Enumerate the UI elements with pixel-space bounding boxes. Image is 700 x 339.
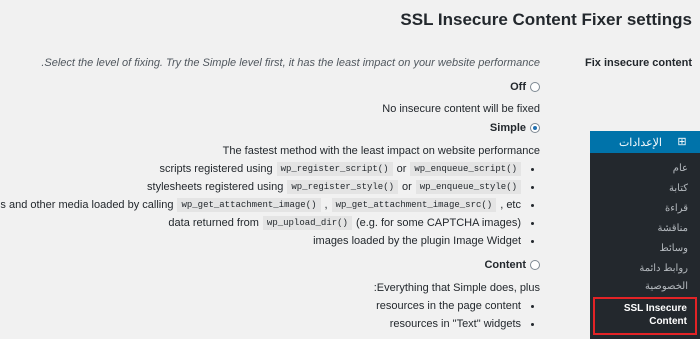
sidebar-item-media[interactable]: وسائط: [659, 243, 688, 254]
bullet-text: resources in the page content: [376, 300, 521, 312]
section-label: Fix insecure content: [585, 57, 692, 69]
list-item: resources in "Text" widgets: [390, 318, 540, 330]
bullet-dot: [531, 167, 534, 171]
intro-text: .Select the level of fixing. Try the Sim…: [41, 57, 540, 69]
settings-content: .Select the level of fixing. Try the Sim…: [0, 0, 560, 339]
bullet-connector: ,: [324, 199, 328, 211]
bullet-suffix: , etc: [500, 199, 521, 211]
radio-content[interactable]: [530, 260, 540, 270]
bullet-text: scripts registered using: [159, 163, 273, 175]
bullet-text: resources in "Text" widgets: [389, 318, 521, 330]
bullet-text: .images and other media loaded by callin…: [0, 199, 174, 211]
list-item: stylesheets registered using wp_register…: [147, 180, 540, 194]
option-content-description: :Everything that Simple does, plus: [373, 282, 540, 294]
bullet-text: data returned from: [168, 217, 259, 229]
bullet-text: images loaded by the plugin Image Widget: [313, 235, 521, 247]
sidebar-heading: الإعدادات: [618, 136, 662, 149]
bullet-text: stylesheets registered using: [147, 181, 284, 193]
sidebar-item-ssl-insecure-content[interactable]: SSL Insecure Content: [593, 297, 697, 335]
option-simple-description: The fastest method with the least impact…: [222, 145, 540, 157]
code-snippet: wp_upload_dir(): [262, 216, 352, 230]
option-off-description: No insecure content will be fixed: [382, 103, 540, 115]
sidebar-current-line2: Content: [649, 316, 687, 327]
option-content-label: Content: [484, 259, 526, 271]
code-snippet: wp_get_attachment_image(): [177, 198, 321, 212]
bullet-connector: or: [396, 163, 407, 175]
code-snippet: wp_register_script(): [276, 162, 393, 176]
list-item: resources in the page content: [376, 300, 540, 312]
settings-plus-icon: ⊞: [677, 136, 687, 148]
option-simple[interactable]: Simple: [490, 122, 540, 134]
code-snippet: wp_get_attachment_image_src(): [331, 198, 497, 212]
radio-off[interactable]: [530, 82, 540, 92]
sidebar-item-writing[interactable]: كتابة: [669, 183, 688, 194]
bullet-connector: or: [402, 181, 412, 193]
bullet-suffix: (e.g. for some CAPTCHA images): [355, 217, 521, 229]
admin-sidebar: ⊞ الإعدادات عام كتابة قراءة مناقشة وسائط…: [584, 131, 700, 339]
code-snippet: wp_register_style(): [287, 180, 398, 194]
radio-simple[interactable]: [530, 123, 540, 133]
sidebar-item-permalinks[interactable]: روابط دائمة: [639, 263, 688, 274]
bullet-dot: [531, 239, 534, 243]
bullet-dot: [531, 185, 534, 189]
bullet-dot: [531, 203, 534, 207]
list-item: scripts registered using wp_register_scr…: [159, 162, 540, 176]
option-content[interactable]: Content: [484, 259, 540, 271]
bullet-dot: [531, 322, 534, 326]
sidebar-item-privacy[interactable]: الخصوصية: [645, 281, 688, 292]
sidebar-menu-settings[interactable]: ⊞ الإعدادات: [584, 131, 700, 153]
list-item: images loaded by the plugin Image Widget: [313, 235, 540, 247]
option-off[interactable]: Off: [510, 81, 540, 93]
sidebar-item-reading[interactable]: قراءة: [665, 203, 688, 214]
option-off-label: Off: [510, 81, 526, 93]
list-item: data returned from wp_upload_dir() (e.g.…: [168, 216, 540, 230]
sidebar-item-general[interactable]: عام: [673, 163, 688, 174]
code-snippet: wp_enqueue_script(): [410, 162, 521, 176]
sidebar-current-line1: SSL Insecure: [623, 303, 687, 314]
sidebar-item-discussion[interactable]: مناقشة: [658, 223, 688, 234]
code-snippet: wp_enqueue_style(): [415, 180, 521, 194]
list-item: .images and other media loaded by callin…: [0, 198, 540, 212]
bullet-dot: [531, 304, 534, 308]
option-simple-label: Simple: [489, 122, 526, 134]
bullet-dot: [531, 221, 534, 225]
